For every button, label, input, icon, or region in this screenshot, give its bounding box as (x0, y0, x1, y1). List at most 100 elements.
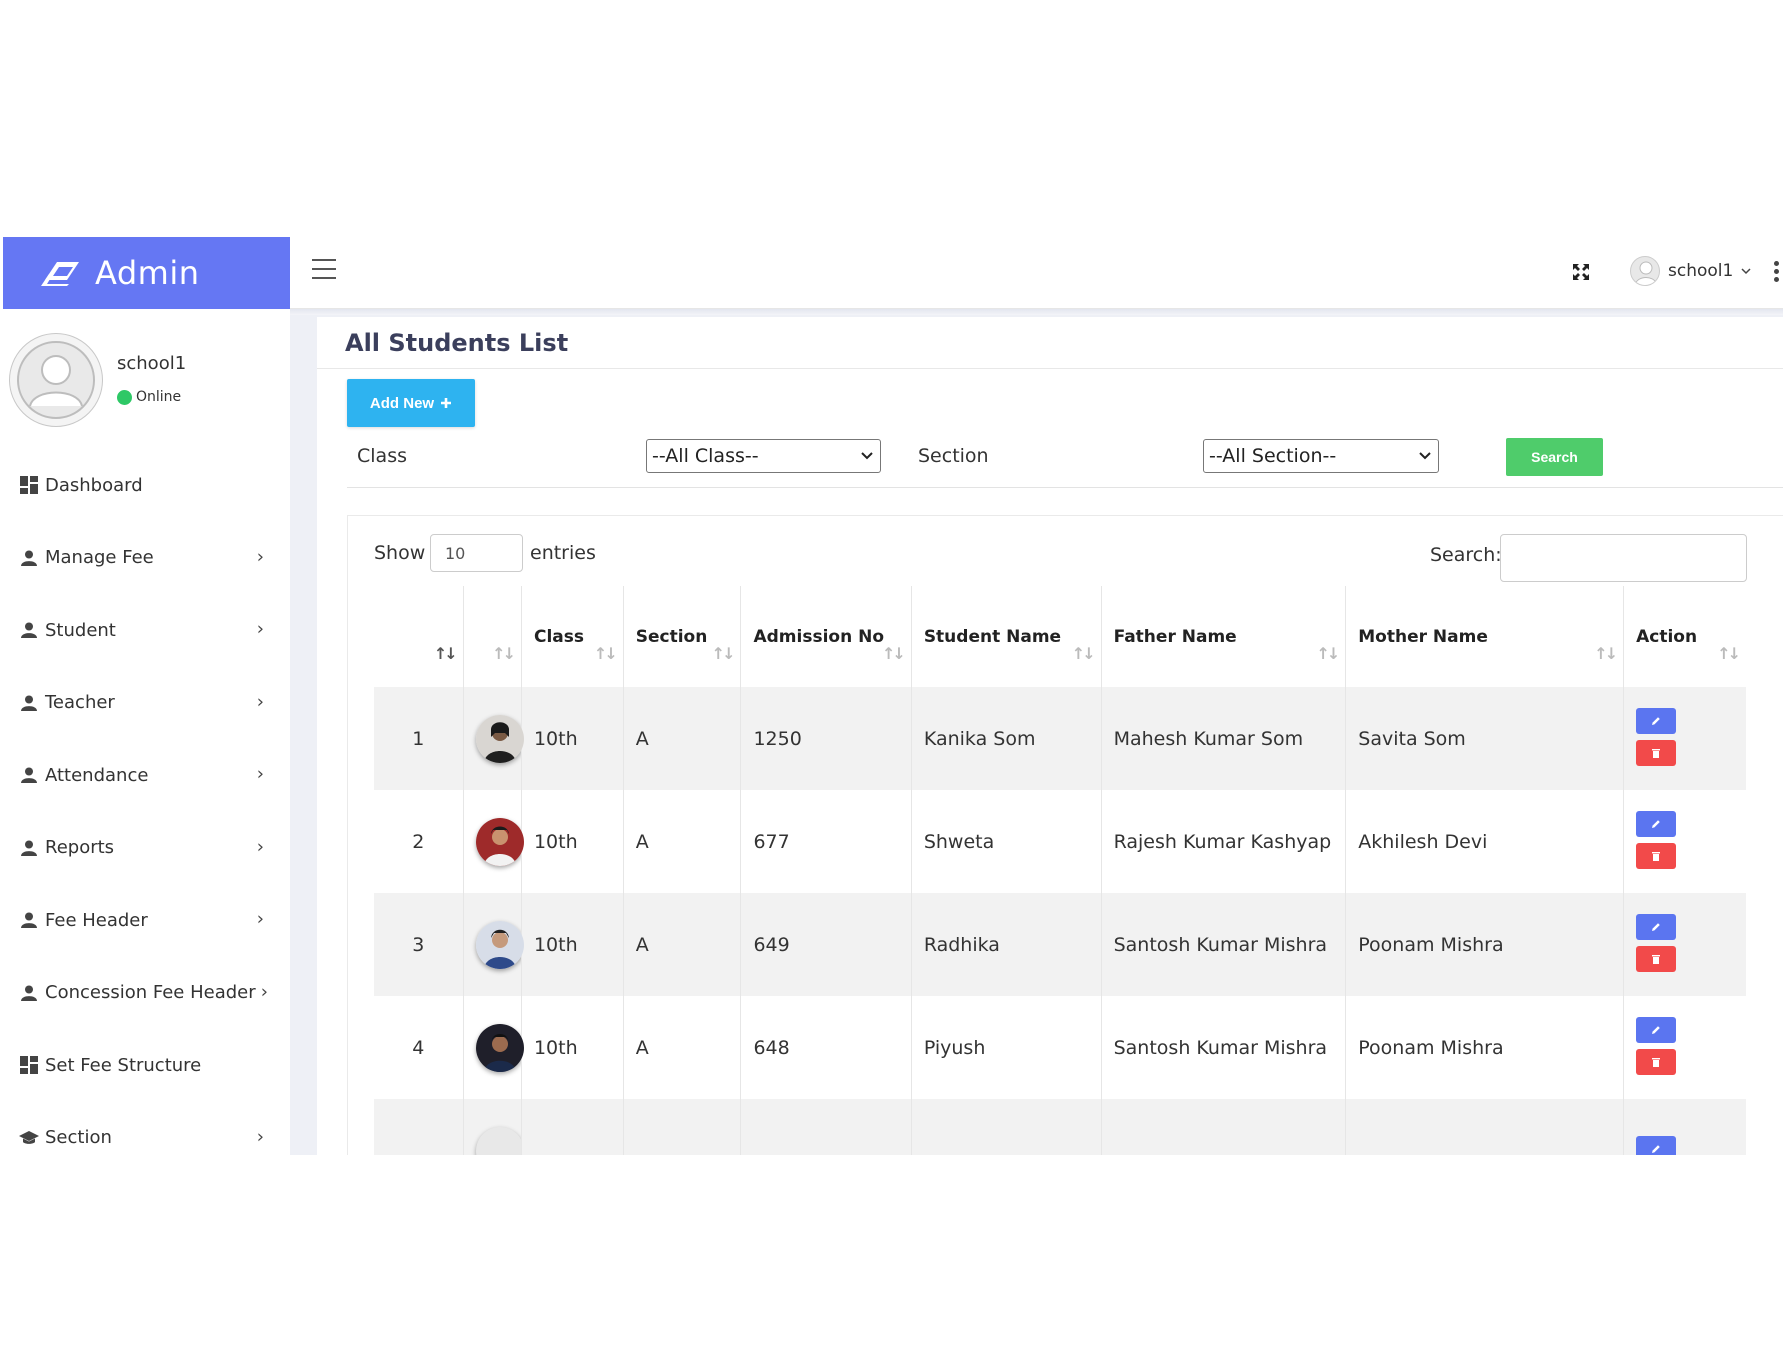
user-icon (19, 693, 39, 713)
edit-button[interactable] (1636, 914, 1677, 940)
sidebar-item-set-fee-structure[interactable]: Set Fee Structure (3, 1029, 290, 1102)
pencil-icon (1652, 820, 1660, 828)
cell-student-name: Piyush (911, 996, 1102, 1099)
column-header-photo[interactable]: ↑↓ (463, 586, 522, 687)
sidebar-item-label: Fee Header (45, 909, 148, 931)
cell-class (521, 1099, 624, 1155)
trash-icon (1652, 1058, 1661, 1067)
cell-action (1623, 790, 1746, 893)
cell-sn: 4 (374, 996, 464, 1099)
class-filter-label: Class (357, 445, 407, 467)
sidebar-item-student[interactable]: Student › (3, 594, 290, 667)
sidebar-item-concession-fee-header[interactable]: Concession Fee Header › (3, 957, 290, 1030)
cell-student-name (911, 1099, 1102, 1155)
brand-header[interactable]: Admin (3, 237, 290, 309)
student-photo (475, 714, 524, 763)
table-search-label: Search: (1430, 544, 1502, 566)
delete-button[interactable] (1636, 843, 1677, 869)
section-select[interactable]: --All Section-- (1203, 439, 1439, 473)
sidebar-item-dashboard[interactable]: Dashboard (3, 449, 290, 522)
avatar (9, 333, 103, 427)
delete-button[interactable] (1636, 740, 1677, 766)
chevron-right-icon: › (256, 1126, 264, 1148)
sort-icon: ↑↓ (1717, 644, 1741, 663)
table-row: 1 10th A 1250 Kanika Som Mahesh Kumar So… (374, 687, 1746, 790)
delete-button[interactable] (1636, 1049, 1677, 1075)
filter-divider (347, 487, 1783, 488)
column-header-father-name[interactable]: Father Name ↑↓ (1101, 586, 1347, 687)
cell-section: A (623, 893, 742, 996)
column-header-sn[interactable]: ↑↓ (374, 586, 464, 687)
sort-icon: ↑↓ (433, 644, 458, 663)
avatar-placeholder-icon (17, 341, 95, 419)
pencil-icon (1652, 1145, 1660, 1153)
column-header-action[interactable]: Action ↑↓ (1624, 586, 1746, 687)
column-header-student-name[interactable]: Student Name ↑↓ (911, 586, 1102, 687)
table-search-input[interactable] (1500, 534, 1747, 582)
title-divider (317, 368, 1783, 369)
sidebar-item-reports[interactable]: Reports › (3, 812, 290, 885)
brand-logo-icon (41, 262, 79, 286)
student-photo (475, 1126, 524, 1155)
menu-toggle-icon[interactable] (312, 259, 336, 279)
pencil-icon (1652, 923, 1660, 931)
chevron-right-icon: › (256, 618, 264, 640)
add-new-button[interactable]: Add New (347, 379, 475, 427)
cell-father-name: Mahesh Kumar Som (1101, 687, 1347, 790)
delete-button[interactable] (1636, 946, 1677, 972)
more-options-icon[interactable] (1774, 261, 1782, 287)
sort-icon: ↑↓ (1594, 644, 1618, 663)
student-photo (475, 1023, 524, 1072)
sidebar-item-label: Manage Fee (45, 547, 154, 569)
students-table-panel: Show 10 entries Search: ↑↓ ↑↓ Class ↑↓ Se… (347, 515, 1783, 1155)
cell-photo (463, 1099, 524, 1155)
cell-class: 10th (521, 687, 624, 790)
table-row: 2 10th A 677 Shweta Rajesh Kumar Kashyap… (374, 790, 1746, 893)
sidebar-item-manage-fee[interactable]: Manage Fee › (3, 522, 290, 595)
show-label: Show (374, 542, 426, 564)
sort-icon: ↑↓ (1071, 644, 1096, 663)
sidebar-item-attendance[interactable]: Attendance › (3, 739, 290, 812)
chevron-right-icon: › (256, 763, 264, 785)
cell-sn (374, 1099, 464, 1155)
edit-button[interactable] (1636, 708, 1677, 734)
chevron-right-icon: › (256, 691, 264, 713)
column-header-admission-no[interactable]: Admission No ↑↓ (740, 586, 912, 687)
cell-mother-name: Savita Som (1345, 687, 1625, 790)
edit-button[interactable] (1636, 1136, 1677, 1155)
cell-admission-no: 648 (740, 996, 912, 1099)
cell-student-name: Radhika (911, 893, 1102, 996)
user-icon (19, 765, 39, 785)
fullscreen-icon[interactable] (1572, 263, 1590, 281)
chevron-down-icon (1419, 452, 1431, 460)
page-title: All Students List (345, 329, 569, 357)
edit-button[interactable] (1636, 1017, 1677, 1043)
entries-length-select[interactable]: 10 (430, 534, 523, 572)
edit-button[interactable] (1636, 811, 1677, 837)
sidebar-item-teacher[interactable]: Teacher › (3, 667, 290, 740)
sidebar: school1 Online Dashboard Manage Fee › St… (3, 309, 290, 1155)
sidebar-item-section[interactable]: Section › (3, 1102, 290, 1156)
cell-photo (463, 790, 524, 893)
chevron-right-icon: › (256, 546, 264, 568)
user-menu-dropdown[interactable]: school1 (1630, 253, 1751, 289)
sidebar-item-fee-header[interactable]: Fee Header › (3, 884, 290, 957)
cell-mother-name (1345, 1099, 1625, 1155)
app-window: Admin school1 Online Dashboard Manage Fe… (3, 237, 1783, 1155)
sort-icon: ↑↓ (882, 644, 906, 663)
class-select[interactable]: --All Class-- (646, 439, 881, 473)
cell-father-name: Rajesh Kumar Kashyap (1101, 790, 1347, 893)
sidebar-item-label: Teacher (45, 692, 115, 714)
search-button[interactable]: Search (1506, 438, 1603, 476)
cell-section: A (623, 790, 742, 893)
column-header-class[interactable]: Class ↑↓ (521, 586, 624, 687)
cell-photo (463, 996, 524, 1099)
column-header-section[interactable]: Section ↑↓ (623, 586, 742, 687)
user-icon (19, 983, 39, 1003)
user-icon (19, 620, 39, 640)
cell-admission-no: 649 (740, 893, 912, 996)
cell-admission-no: 677 (740, 790, 912, 893)
plus-icon (441, 398, 452, 408)
column-header-mother-name[interactable]: Mother Name ↑↓ (1345, 586, 1625, 687)
cell-admission-no (740, 1099, 912, 1155)
